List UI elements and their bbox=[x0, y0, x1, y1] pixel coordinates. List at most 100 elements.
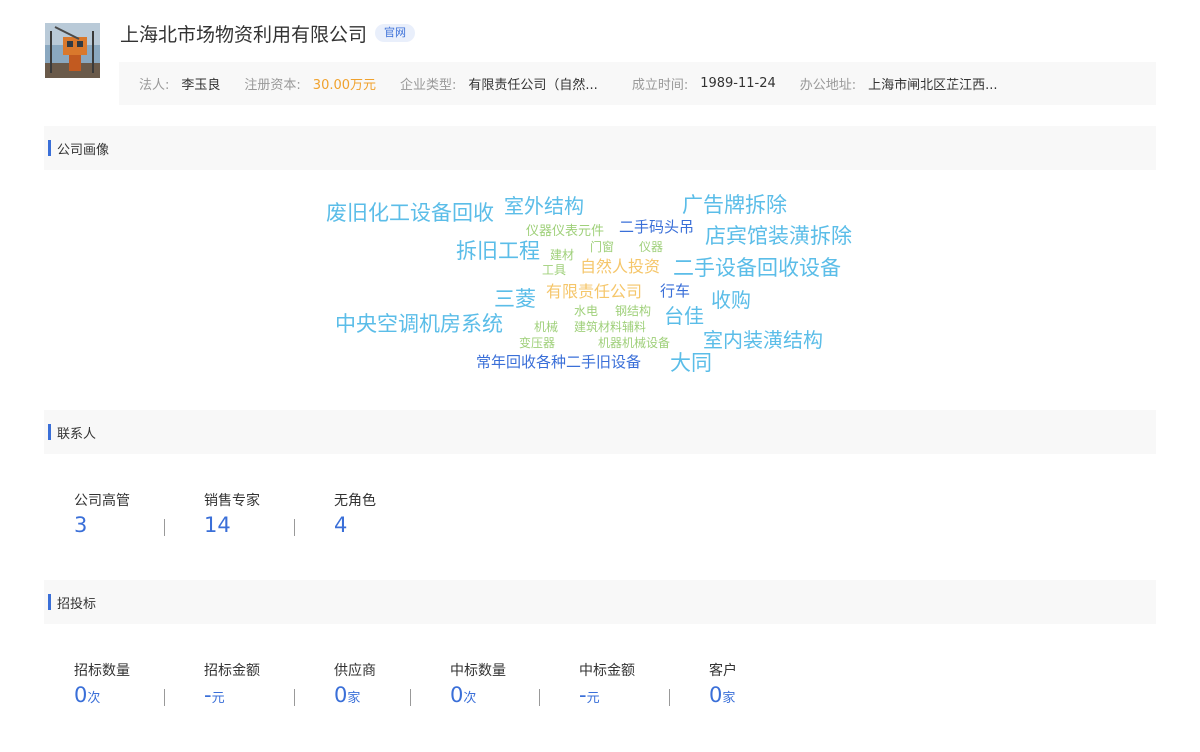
company-name: 上海北市场物资利用有限公司 bbox=[120, 23, 368, 46]
info-label: 办公地址: bbox=[799, 78, 857, 93]
stat-value: 0家 bbox=[709, 683, 770, 711]
stat-value: 4 bbox=[334, 513, 348, 537]
stat-value: 14 bbox=[204, 513, 231, 537]
stat-number: 0 bbox=[450, 683, 464, 707]
contacts-stats: 公司高管 3 销售专家 14 无角色 4 bbox=[74, 492, 415, 537]
wordcloud-word[interactable]: 常年回收各种二手旧设备 bbox=[476, 355, 641, 370]
stat-unit: 元 bbox=[586, 691, 600, 706]
info-value: 1989-11-24 bbox=[700, 76, 776, 91]
wordcloud-word[interactable]: 有限责任公司 bbox=[546, 284, 642, 300]
info-label: 企业类型: bbox=[400, 78, 457, 93]
wordcloud-word[interactable]: 行车 bbox=[660, 284, 690, 299]
stat-value: 0次 bbox=[450, 683, 539, 711]
stat-value: 0家 bbox=[334, 683, 410, 711]
wordcloud-word[interactable]: 广告牌拆除 bbox=[682, 195, 787, 216]
wordcloud-word[interactable]: 机械 bbox=[534, 321, 558, 333]
section-title: 联系人 bbox=[57, 426, 97, 442]
stat-value: -元 bbox=[204, 683, 294, 711]
info-value: 上海市闸北区芷江西... bbox=[868, 78, 998, 93]
stat-sales-experts[interactable]: 销售专家 14 bbox=[165, 492, 294, 537]
stat-unit: 元 bbox=[211, 691, 225, 706]
stat-tender-amount[interactable]: 招标金额 -元 bbox=[165, 662, 294, 711]
stat-number: - bbox=[204, 683, 212, 707]
info-value: 李玉良 bbox=[181, 78, 221, 93]
bidding-stats: 招标数量 0次 招标金额 -元 供应商 0家 中标数量 0次 中标金额 -元 客… bbox=[74, 662, 770, 711]
stat-tender-count[interactable]: 招标数量 0次 bbox=[74, 662, 164, 711]
wordcloud-word[interactable]: 变压器 bbox=[519, 337, 555, 349]
wordcloud-word[interactable]: 自然人投资 bbox=[580, 259, 660, 275]
stat-unit: 家 bbox=[722, 691, 736, 706]
section-contacts: 联系人 bbox=[44, 410, 1156, 454]
stat-label: 招标金额 bbox=[204, 663, 260, 679]
wordcloud-word[interactable]: 门窗 bbox=[590, 241, 614, 253]
company-title-row: 上海北市场物资利用有限公司 官网 bbox=[120, 18, 416, 48]
wordcloud-word[interactable]: 机器机械设备 bbox=[598, 337, 670, 349]
stat-unit: 次 bbox=[87, 691, 101, 706]
info-label: 成立时间: bbox=[631, 78, 689, 93]
info-company-type: 企业类型: 有限责任公司（自然... bbox=[400, 74, 598, 93]
wordcloud-word[interactable]: 钢结构 bbox=[615, 305, 651, 317]
stat-label: 供应商 bbox=[334, 663, 376, 679]
crane-logo-image bbox=[45, 23, 100, 78]
stat-no-role[interactable]: 无角色 4 bbox=[295, 492, 415, 537]
info-value: 30.00万元 bbox=[312, 78, 377, 93]
stat-unit: 家 bbox=[347, 691, 361, 706]
wordcloud-word[interactable]: 三菱 bbox=[494, 289, 536, 310]
stat-label: 销售专家 bbox=[204, 493, 260, 509]
stat-label: 公司高管 bbox=[74, 493, 130, 509]
info-office-address: 办公地址: 上海市闸北区芷江西... bbox=[800, 74, 998, 93]
wordcloud-word[interactable]: 废旧化工设备回收 bbox=[326, 203, 494, 224]
wordcloud-word[interactable]: 中央空调机房系统 bbox=[335, 314, 503, 335]
company-wordcloud: 废旧化工设备回收 室外结构 广告牌拆除 仪器仪表元件 二手码头吊 店宾馆装潢拆除… bbox=[0, 0, 1200, 752]
wordcloud-word[interactable]: 工具 bbox=[542, 264, 566, 276]
info-legal-person: 法人: 李玉良 bbox=[139, 74, 220, 93]
wordcloud-word[interactable]: 台佳 bbox=[664, 306, 704, 326]
wordcloud-word[interactable]: 仪器仪表元件 bbox=[526, 225, 604, 238]
stat-label: 中标金额 bbox=[579, 663, 635, 679]
wordcloud-word[interactable]: 建筑材料辅料 bbox=[574, 321, 646, 333]
official-site-tag[interactable]: 官网 bbox=[375, 24, 416, 42]
stat-number: 0 bbox=[334, 683, 348, 707]
wordcloud-word[interactable]: 二手码头吊 bbox=[619, 220, 694, 235]
company-logo bbox=[45, 23, 100, 78]
stat-label: 客户 bbox=[709, 663, 737, 679]
stat-win-amount[interactable]: 中标金额 -元 bbox=[540, 662, 669, 711]
stat-customers[interactable]: 客户 0家 bbox=[670, 662, 770, 711]
info-value: 有限责任公司（自然... bbox=[468, 78, 598, 93]
wordcloud-word[interactable]: 建材 bbox=[550, 249, 574, 261]
stat-value: -元 bbox=[579, 683, 669, 711]
wordcloud-word[interactable]: 大同 bbox=[670, 353, 712, 374]
stat-number: 0 bbox=[709, 683, 723, 707]
company-info-bar: 法人: 李玉良 注册资本: 30.00万元 企业类型: 有限责任公司（自然...… bbox=[119, 62, 1156, 105]
stat-number: - bbox=[579, 683, 587, 707]
stat-suppliers[interactable]: 供应商 0家 bbox=[295, 662, 410, 711]
stat-value: 3 bbox=[74, 513, 88, 537]
stat-label: 无角色 bbox=[334, 493, 376, 509]
info-founded-date: 成立时间: 1989-11-24 bbox=[632, 74, 776, 93]
section-marker bbox=[48, 140, 51, 156]
wordcloud-word[interactable]: 仪器 bbox=[639, 241, 663, 253]
wordcloud-word[interactable]: 收购 bbox=[711, 290, 751, 310]
wordcloud-word[interactable]: 二手设备回收设备 bbox=[673, 258, 841, 279]
section-marker bbox=[48, 594, 51, 610]
section-marker bbox=[48, 424, 51, 440]
section-title: 招投标 bbox=[57, 596, 97, 612]
info-registered-capital: 注册资本: 30.00万元 bbox=[244, 74, 376, 93]
stat-label: 中标数量 bbox=[450, 663, 506, 679]
section-company-portrait: 公司画像 bbox=[44, 126, 1156, 170]
stat-executives[interactable]: 公司高管 3 bbox=[74, 492, 164, 537]
wordcloud-word[interactable]: 拆旧工程 bbox=[456, 241, 540, 262]
wordcloud-word[interactable]: 室外结构 bbox=[504, 196, 584, 216]
section-bidding: 招投标 bbox=[44, 580, 1156, 624]
wordcloud-word[interactable]: 水电 bbox=[574, 305, 598, 317]
stat-number: 0 bbox=[74, 683, 88, 707]
wordcloud-word[interactable]: 店宾馆装潢拆除 bbox=[705, 226, 852, 247]
stat-label: 招标数量 bbox=[74, 663, 130, 679]
section-title: 公司画像 bbox=[57, 142, 110, 158]
stat-unit: 次 bbox=[463, 691, 477, 706]
stat-win-count[interactable]: 中标数量 0次 bbox=[411, 662, 539, 711]
stat-value: 0次 bbox=[74, 683, 164, 711]
wordcloud-word[interactable]: 室内装潢结构 bbox=[703, 330, 823, 350]
info-label: 注册资本: bbox=[244, 78, 301, 93]
info-label: 法人: bbox=[139, 78, 170, 93]
